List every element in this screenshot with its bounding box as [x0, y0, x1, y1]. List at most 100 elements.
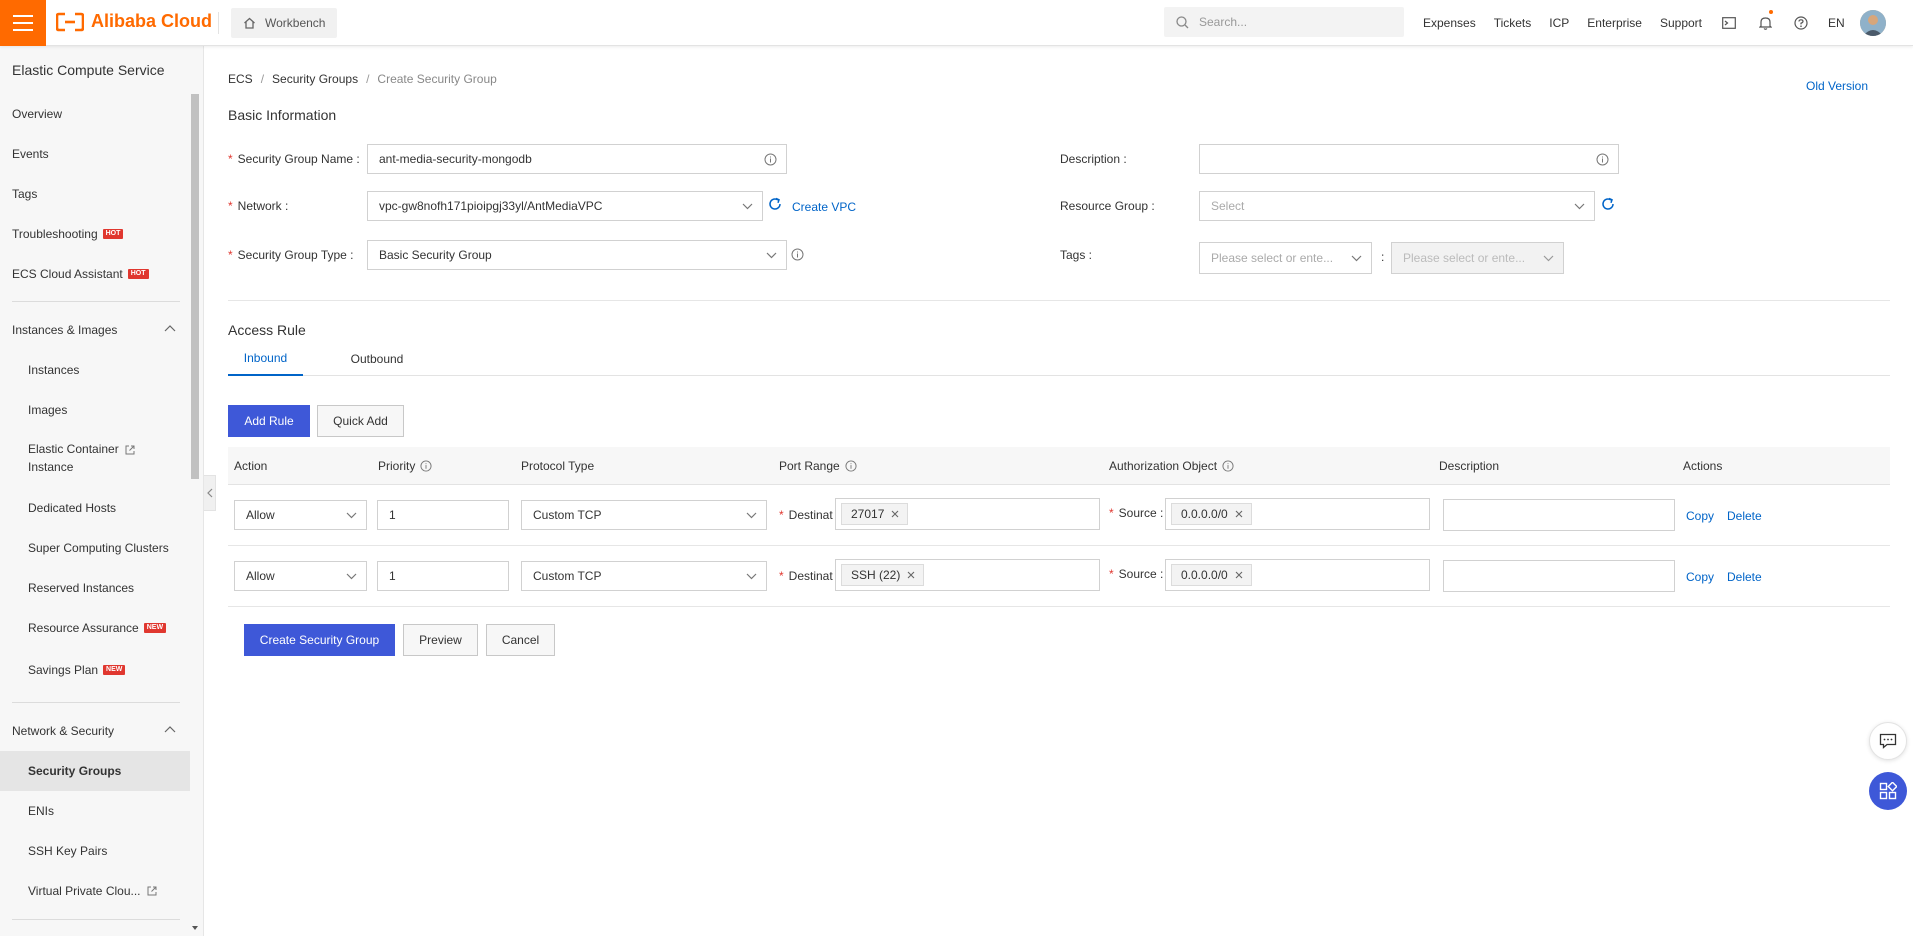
breadcrumb-current: Create Security Group — [377, 72, 497, 86]
delete-rule-link[interactable]: Delete — [1727, 509, 1762, 523]
info-icon[interactable] — [764, 153, 777, 166]
select-value: vpc-gw8nofh171pioipgj33yl/AntMediaVPC — [379, 199, 603, 213]
column-header-text: Description — [1439, 459, 1500, 473]
priority-input[interactable]: 1 — [377, 500, 509, 530]
protocol-type-select[interactable]: Custom TCP — [521, 500, 767, 530]
required-asterisk: * — [779, 569, 784, 583]
sidebar-item-elastic-container-instance[interactable]: Elastic Container Instance — [0, 432, 190, 484]
sidebar-item-label: Instances — [28, 363, 80, 377]
info-icon[interactable] — [1222, 460, 1234, 472]
chevron-up-icon — [164, 325, 176, 332]
sidebar-group-network-security[interactable]: Network & Security — [0, 711, 190, 751]
refresh-network-icon[interactable] — [767, 196, 783, 212]
feedback-chat-button[interactable] — [1869, 722, 1907, 760]
breadcrumb-security-groups[interactable]: Security Groups — [272, 72, 358, 86]
global-search[interactable] — [1164, 7, 1404, 37]
create-security-group-button[interactable]: Create Security Group — [244, 624, 395, 656]
user-avatar[interactable] — [1859, 10, 1886, 36]
sidebar-item-enis[interactable]: ENIs — [0, 791, 190, 831]
copy-rule-link[interactable]: Copy — [1686, 509, 1714, 523]
sidebar-item-ecs-cloud-assistant[interactable]: ECS Cloud Assistant HOT — [0, 254, 190, 294]
brand-logo[interactable]: Alibaba Cloud — [56, 11, 212, 32]
apps-launcher-button[interactable] — [1869, 772, 1907, 810]
sidebar-scrollbar-thumb[interactable] — [191, 94, 199, 479]
create-vpc-link[interactable]: Create VPC — [792, 200, 856, 214]
old-version-link[interactable]: Old Version — [1806, 79, 1868, 93]
description-input[interactable] — [1199, 144, 1619, 174]
menu-icon[interactable] — [0, 0, 46, 46]
tickets-link[interactable]: Tickets — [1485, 16, 1541, 30]
sidebar-item-savings-plan[interactable]: Savings Plan NEW — [0, 650, 190, 690]
tab-outbound[interactable]: Outbound — [342, 342, 412, 376]
enterprise-link[interactable]: Enterprise — [1578, 16, 1651, 30]
workbench-button[interactable]: Workbench — [231, 8, 338, 38]
protocol-type-select[interactable]: Custom TCP — [521, 561, 767, 591]
preview-button[interactable]: Preview — [403, 624, 478, 656]
port-range-input[interactable]: 27017 — [835, 498, 1100, 530]
sidebar-group-label: Network & Security — [12, 724, 115, 738]
help-icon[interactable] — [1783, 0, 1819, 46]
expenses-link[interactable]: Expenses — [1414, 16, 1485, 30]
support-link[interactable]: Support — [1651, 16, 1711, 30]
action-select[interactable]: Allow — [234, 561, 367, 591]
sidebar-item-ssh-key-pairs[interactable]: SSH Key Pairs — [0, 831, 190, 871]
icp-link[interactable]: ICP — [1540, 16, 1578, 30]
rule-description-input[interactable] — [1443, 560, 1675, 592]
cancel-button[interactable]: Cancel — [486, 624, 555, 656]
sidebar-item-instances[interactable]: Instances — [0, 350, 190, 390]
tag-key-select[interactable]: Please select or ente... — [1199, 242, 1372, 274]
sidebar-collapse-handle[interactable] — [204, 475, 216, 511]
security-group-type-select[interactable]: Basic Security Group — [367, 240, 787, 270]
terminal-icon[interactable] — [1711, 0, 1747, 46]
sidebar-item-events[interactable]: Events — [0, 134, 190, 174]
delete-rule-link[interactable]: Delete — [1727, 570, 1762, 584]
hot-badge: HOT — [127, 269, 149, 279]
info-icon[interactable] — [1596, 153, 1609, 166]
sidebar-item-reserved-instances[interactable]: Reserved Instances — [0, 568, 190, 608]
sidebar-item-security-groups[interactable]: Security Groups — [0, 751, 190, 791]
sidebar-item-dedicated-hosts[interactable]: Dedicated Hosts — [0, 488, 190, 528]
source-input[interactable]: 0.0.0.0/0 — [1165, 498, 1430, 530]
network-select[interactable]: vpc-gw8nofh171pioipgj33yl/AntMediaVPC — [367, 191, 763, 221]
resource-group-select[interactable]: Select — [1199, 191, 1595, 221]
info-icon[interactable] — [791, 248, 804, 261]
sidebar-item-virtual-private-cloud[interactable]: Virtual Private Clou... — [0, 871, 190, 911]
notification-bell-icon[interactable] — [1747, 0, 1783, 46]
column-header-description: Description — [1439, 459, 1499, 473]
security-group-name-input[interactable]: ant-media-security-mongodb — [367, 144, 787, 174]
tag-value-select[interactable]: Please select or ente... — [1391, 242, 1564, 274]
source-input[interactable]: 0.0.0.0/0 — [1165, 559, 1430, 591]
chevron-up-icon — [164, 726, 176, 733]
sidebar-item-overview[interactable]: Overview — [0, 94, 190, 134]
info-icon[interactable] — [845, 460, 857, 472]
refresh-resource-group-icon[interactable] — [1600, 196, 1616, 212]
sidebar-item-tags[interactable]: Tags — [0, 174, 190, 214]
close-icon[interactable] — [907, 571, 915, 579]
required-asterisk: * — [1109, 567, 1114, 581]
required-asterisk: * — [228, 248, 233, 262]
sidebar-group-instances-images[interactable]: Instances & Images — [0, 310, 190, 350]
search-input[interactable] — [1199, 15, 1379, 29]
sidebar-item-super-computing-clusters[interactable]: Super Computing Clusters — [0, 528, 190, 568]
scroll-down-arrow-icon[interactable] — [192, 926, 198, 930]
close-icon[interactable] — [891, 510, 899, 518]
priority-input[interactable]: 1 — [377, 561, 509, 591]
sidebar-item-label: Savings Plan — [28, 663, 99, 677]
port-range-input[interactable]: SSH (22) — [835, 559, 1100, 591]
tab-inbound[interactable]: Inbound — [228, 342, 303, 376]
sidebar-item-troubleshooting[interactable]: Troubleshooting HOT — [0, 214, 190, 254]
add-rule-button[interactable]: Add Rule — [228, 405, 310, 437]
action-select[interactable]: Allow — [234, 500, 367, 530]
quick-add-button[interactable]: Quick Add — [317, 405, 404, 437]
close-icon[interactable] — [1235, 571, 1243, 579]
info-icon[interactable] — [420, 460, 432, 472]
label-text: Tags : — [1060, 248, 1093, 262]
rule-description-input[interactable] — [1443, 499, 1675, 531]
copy-rule-link[interactable]: Copy — [1686, 570, 1714, 584]
breadcrumb-ecs[interactable]: ECS — [228, 72, 253, 86]
language-switch[interactable]: EN — [1819, 16, 1854, 30]
sidebar-item-resource-assurance[interactable]: Resource Assurance NEW — [0, 608, 190, 648]
close-icon[interactable] — [1235, 510, 1243, 518]
sidebar-item-images[interactable]: Images — [0, 390, 190, 430]
sidebar-divider — [12, 301, 180, 302]
